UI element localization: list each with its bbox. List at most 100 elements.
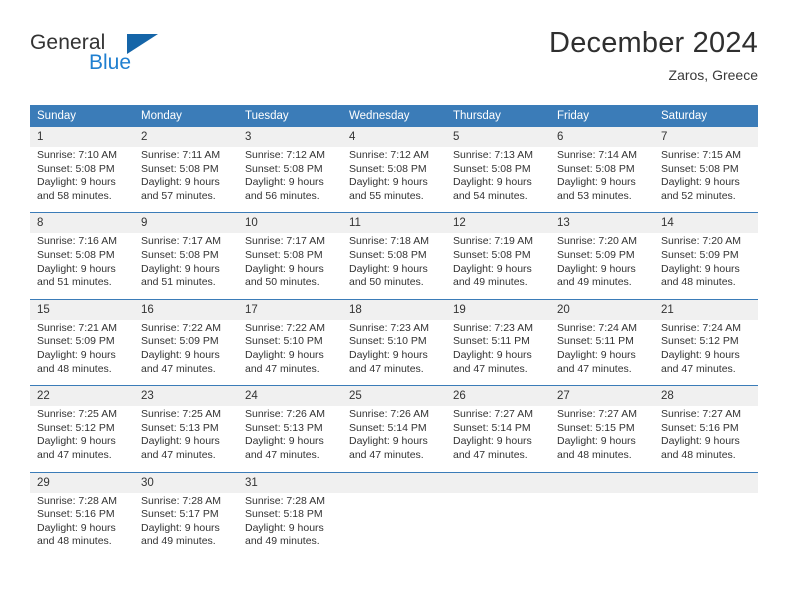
day-number[interactable]: 26 (446, 385, 550, 407)
day-cell[interactable]: Sunrise: 7:17 AM Sunset: 5:08 PM Dayligh… (238, 233, 342, 300)
day-cell[interactable]: Sunrise: 7:16 AM Sunset: 5:08 PM Dayligh… (30, 233, 134, 300)
sunset-text: Sunset: 5:11 PM (453, 335, 530, 348)
day-number[interactable]: 7 (654, 127, 758, 147)
day-cell[interactable]: Sunrise: 7:12 AM Sunset: 5:08 PM Dayligh… (238, 147, 342, 213)
day-number[interactable]: 6 (550, 127, 654, 147)
sunset-text: Sunset: 5:14 PM (349, 421, 427, 434)
sunset-text: Sunset: 5:08 PM (557, 162, 635, 175)
day-cell[interactable]: Sunrise: 7:19 AM Sunset: 5:08 PM Dayligh… (446, 233, 550, 300)
day-number[interactable]: 25 (342, 385, 446, 407)
page-header: General Blue December 2024 Zaros, Greece (30, 26, 758, 98)
day-cell[interactable]: Sunrise: 7:24 AM Sunset: 5:12 PM Dayligh… (654, 319, 758, 386)
day-cell-empty (550, 492, 654, 558)
sunrise-text: Sunrise: 7:16 AM (37, 235, 117, 248)
day-cell[interactable]: Sunrise: 7:28 AM Sunset: 5:17 PM Dayligh… (134, 492, 238, 558)
day-cell[interactable]: Sunrise: 7:25 AM Sunset: 5:13 PM Dayligh… (134, 406, 238, 472)
day-number[interactable]: 8 (30, 212, 134, 234)
day-cell[interactable]: Sunrise: 7:14 AM Sunset: 5:08 PM Dayligh… (550, 147, 654, 213)
day-number[interactable]: 31 (238, 471, 342, 493)
day-number[interactable]: 9 (134, 212, 238, 234)
brand-logo[interactable]: General Blue (30, 32, 260, 92)
day-cell[interactable]: Sunrise: 7:25 AM Sunset: 5:12 PM Dayligh… (30, 406, 134, 472)
sunrise-text: Sunrise: 7:12 AM (349, 149, 429, 161)
week-date-row: 15 16 17 18 19 20 21 (30, 298, 758, 320)
day-cell-empty (654, 492, 758, 558)
day-cell[interactable]: Sunrise: 7:15 AM Sunset: 5:08 PM Dayligh… (654, 147, 758, 213)
day-cell[interactable]: Sunrise: 7:27 AM Sunset: 5:15 PM Dayligh… (550, 406, 654, 472)
day-cell[interactable]: Sunrise: 7:18 AM Sunset: 5:08 PM Dayligh… (342, 233, 446, 300)
sunrise-text: Sunrise: 7:17 AM (245, 235, 325, 248)
day-cell[interactable]: Sunrise: 7:22 AM Sunset: 5:09 PM Dayligh… (134, 319, 238, 386)
sunset-text: Sunset: 5:09 PM (661, 248, 739, 261)
sunrise-text: Sunrise: 7:25 AM (37, 408, 117, 421)
daylight-text-line2: and 57 minutes. (141, 189, 216, 202)
daylight-text-line1: Daylight: 9 hours (349, 262, 428, 275)
day-number[interactable]: 22 (30, 385, 134, 407)
day-cell[interactable]: Sunrise: 7:28 AM Sunset: 5:18 PM Dayligh… (238, 492, 342, 558)
day-cell[interactable]: Sunrise: 7:17 AM Sunset: 5:08 PM Dayligh… (134, 233, 238, 300)
day-number[interactable]: 3 (238, 127, 342, 147)
day-number[interactable]: 19 (446, 298, 550, 320)
day-number[interactable]: 10 (238, 212, 342, 234)
week-info-row: Sunrise: 7:28 AM Sunset: 5:16 PM Dayligh… (30, 492, 758, 558)
day-number[interactable]: 27 (550, 385, 654, 407)
sunrise-text: Sunrise: 7:17 AM (141, 235, 221, 248)
day-cell[interactable]: Sunrise: 7:27 AM Sunset: 5:16 PM Dayligh… (654, 406, 758, 472)
day-number[interactable]: 11 (342, 212, 446, 234)
day-cell[interactable]: Sunrise: 7:13 AM Sunset: 5:08 PM Dayligh… (446, 147, 550, 213)
sunrise-text: Sunrise: 7:25 AM (141, 408, 221, 421)
day-number[interactable]: 14 (654, 212, 758, 234)
day-cell[interactable]: Sunrise: 7:28 AM Sunset: 5:16 PM Dayligh… (30, 492, 134, 558)
day-number[interactable]: 4 (342, 127, 446, 147)
daylight-text-line1: Daylight: 9 hours (141, 176, 220, 189)
sunrise-text: Sunrise: 7:23 AM (453, 321, 533, 334)
day-cell[interactable]: Sunrise: 7:11 AM Sunset: 5:08 PM Dayligh… (134, 147, 238, 213)
day-number[interactable]: 5 (446, 127, 550, 147)
daylight-text-line2: and 49 minutes. (557, 276, 632, 289)
day-number[interactable]: 28 (654, 385, 758, 407)
day-number[interactable]: 12 (446, 212, 550, 234)
day-number[interactable]: 29 (30, 471, 134, 493)
day-number[interactable]: 2 (134, 127, 238, 147)
daylight-text-line2: and 47 minutes. (557, 362, 632, 375)
sunset-text: Sunset: 5:09 PM (37, 335, 115, 348)
day-cell[interactable]: Sunrise: 7:22 AM Sunset: 5:10 PM Dayligh… (238, 319, 342, 386)
day-number[interactable]: 20 (550, 298, 654, 320)
day-number[interactable]: 13 (550, 212, 654, 234)
day-number[interactable]: 23 (134, 385, 238, 407)
daylight-text-line2: and 47 minutes. (349, 362, 424, 375)
day-cell[interactable]: Sunrise: 7:24 AM Sunset: 5:11 PM Dayligh… (550, 319, 654, 386)
day-number[interactable]: 16 (134, 298, 238, 320)
daylight-text-line2: and 56 minutes. (245, 189, 320, 202)
day-cell[interactable]: Sunrise: 7:26 AM Sunset: 5:14 PM Dayligh… (342, 406, 446, 472)
day-number[interactable]: 15 (30, 298, 134, 320)
day-number[interactable]: 18 (342, 298, 446, 320)
day-number[interactable]: 1 (30, 127, 134, 147)
day-cell[interactable]: Sunrise: 7:12 AM Sunset: 5:08 PM Dayligh… (342, 147, 446, 213)
sunset-text: Sunset: 5:08 PM (37, 162, 115, 175)
daylight-text-line1: Daylight: 9 hours (661, 435, 740, 448)
day-cell[interactable]: Sunrise: 7:21 AM Sunset: 5:09 PM Dayligh… (30, 319, 134, 386)
daylight-text-line1: Daylight: 9 hours (37, 521, 116, 534)
calendar-body: 1 2 3 4 5 6 7 Sunrise: 7:10 AM Sunset: 5… (30, 127, 758, 558)
day-number[interactable]: 24 (238, 385, 342, 407)
day-cell[interactable]: Sunrise: 7:26 AM Sunset: 5:13 PM Dayligh… (238, 406, 342, 472)
day-cell[interactable]: Sunrise: 7:20 AM Sunset: 5:09 PM Dayligh… (550, 233, 654, 300)
day-number[interactable]: 17 (238, 298, 342, 320)
daylight-text-line1: Daylight: 9 hours (349, 435, 428, 448)
day-cell[interactable]: Sunrise: 7:27 AM Sunset: 5:14 PM Dayligh… (446, 406, 550, 472)
sunset-text: Sunset: 5:09 PM (141, 335, 219, 348)
brand-name-blue: Blue (89, 51, 132, 74)
day-number[interactable]: 30 (134, 471, 238, 493)
week-date-row: 29 30 31 (30, 471, 758, 493)
sunset-text: Sunset: 5:08 PM (245, 162, 323, 175)
day-cell[interactable]: Sunrise: 7:23 AM Sunset: 5:11 PM Dayligh… (446, 319, 550, 386)
day-number[interactable]: 21 (654, 298, 758, 320)
day-cell[interactable]: Sunrise: 7:20 AM Sunset: 5:09 PM Dayligh… (654, 233, 758, 300)
day-cell[interactable]: Sunrise: 7:23 AM Sunset: 5:10 PM Dayligh… (342, 319, 446, 386)
daylight-text-line1: Daylight: 9 hours (453, 176, 532, 189)
daylight-text-line2: and 49 minutes. (453, 276, 528, 289)
day-cell[interactable]: Sunrise: 7:10 AM Sunset: 5:08 PM Dayligh… (30, 147, 134, 213)
daylight-text-line2: and 54 minutes. (453, 189, 528, 202)
sunrise-text: Sunrise: 7:22 AM (141, 321, 221, 334)
